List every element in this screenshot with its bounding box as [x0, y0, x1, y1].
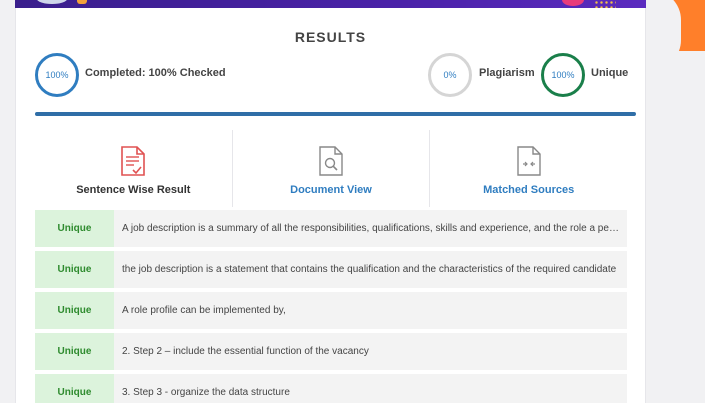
sentence-text-content: A job description is a summary of all th…: [122, 223, 621, 234]
sentence-text: 2. Step 2 – include the essential functi…: [114, 333, 627, 370]
sentence-text: A job description is a summary of all th…: [114, 210, 627, 247]
tab-label: Sentence Wise Result: [76, 184, 191, 196]
status-badge: Unique: [35, 251, 114, 288]
result-tabs: Sentence Wise Result Document View Match…: [35, 130, 627, 207]
top-banner: [15, 0, 646, 8]
banner-dots-decoration: [594, 0, 616, 8]
sentence-text-content: A role profile can be implemented by,: [122, 305, 286, 316]
completed-percent: 100%: [45, 70, 69, 80]
unique-ring: 100%: [541, 53, 585, 97]
list-item[interactable]: Unique A role profile can be implemented…: [35, 292, 627, 329]
status-badge: Unique: [35, 292, 114, 329]
sentence-text-content: 3. Step 3 - organize the data structure: [122, 387, 290, 398]
sentence-text: the job description is a statement that …: [114, 251, 627, 288]
status-badge: Unique: [35, 333, 114, 370]
sentence-results-list: Unique A job description is a summary of…: [35, 210, 627, 403]
results-title: RESULTS: [294, 29, 367, 45]
banner-decoration: [77, 0, 87, 4]
plagiarism-label: Plagiarism: [479, 67, 535, 79]
list-item[interactable]: Unique 3. Step 3 - organize the data str…: [35, 374, 627, 403]
banner-decoration: [562, 0, 584, 6]
unique-percent: 100%: [551, 70, 575, 80]
results-card: RESULTS 100% Completed: 100% Checked 0% …: [15, 8, 646, 403]
tab-label: Matched Sources: [483, 184, 575, 196]
sentence-text-content: the job description is a statement that …: [122, 264, 617, 275]
status-badge: Unique: [35, 210, 114, 247]
status-badge: Unique: [35, 374, 114, 403]
document-search-icon: [319, 146, 343, 176]
sentence-text-content: 2. Step 2 – include the essential functi…: [122, 346, 369, 357]
side-accent-decoration: [665, 0, 705, 51]
completed-progress-ring: 100%: [35, 53, 79, 97]
sentence-report-icon: [121, 146, 146, 176]
tab-document-view[interactable]: Document View: [231, 130, 430, 207]
divider: [35, 112, 636, 116]
plagiarism-ring: 0%: [428, 53, 472, 97]
tab-matched-sources[interactable]: Matched Sources: [429, 130, 627, 207]
tab-sentence-wise-result[interactable]: Sentence Wise Result: [35, 130, 232, 207]
tab-label: Document View: [290, 184, 372, 196]
sentence-text: A role profile can be implemented by,: [114, 292, 627, 329]
list-item[interactable]: Unique 2. Step 2 – include the essential…: [35, 333, 627, 370]
sentence-text: 3. Step 3 - organize the data structure: [114, 374, 627, 403]
completed-label: Completed: 100% Checked: [85, 67, 226, 79]
document-compare-icon: [516, 146, 541, 176]
plagiarism-percent: 0%: [443, 70, 457, 80]
banner-decoration: [37, 0, 67, 4]
unique-label: Unique: [591, 67, 629, 79]
list-item[interactable]: Unique the job description is a statemen…: [35, 251, 627, 288]
list-item[interactable]: Unique A job description is a summary of…: [35, 210, 627, 247]
